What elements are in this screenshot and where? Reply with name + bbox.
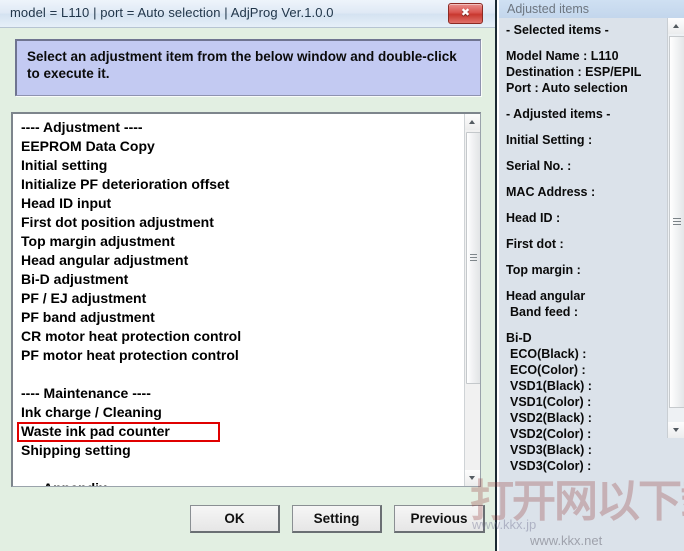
panel-scroll-up-arrow-icon[interactable] [668,18,684,34]
list-item-label: PF motor heat protection control [21,347,239,363]
panel-line: - Selected items - [506,23,609,37]
panel-line: Destination : ESP/EPIL [506,65,642,79]
panel-line: ECO(Black) : [510,347,587,361]
panel-line: VSD1(Color) : [510,395,592,409]
panel-line: VSD2(Black) : [510,411,592,425]
previous-button[interactable]: Previous [394,505,485,533]
panel-spacer [506,278,667,288]
list-item[interactable]: ---- Maintenance ---- [17,384,465,403]
list-item[interactable]: PF / EJ adjustment [17,289,465,308]
panel-spacer [506,320,667,330]
list-item[interactable]: ---- Appendix ---- [17,479,465,486]
list-item[interactable]: Shipping setting [17,441,465,460]
panel-spacer [506,174,667,184]
list-item[interactable]: EEPROM Data Copy [17,137,465,156]
panel-spacer [506,122,667,132]
panel-line: Head angular [506,289,586,303]
list-item-label: First dot position adjustment [21,214,214,230]
panel-line: Band feed : [510,305,579,319]
list-item-label: EEPROM Data Copy [21,138,155,154]
adjustment-list-box[interactable]: ---- Adjustment ---- EEPROM Data Copy Init… [11,112,481,487]
panel-spacer [506,38,667,48]
list-item-label: Initial setting [21,157,108,173]
adjusted-items-title: Adjusted items [499,0,684,18]
list-item[interactable]: Head ID input [17,194,465,213]
window-title: model = L110 | port = Auto selection | A… [10,5,334,20]
list-item-label: CR motor heat protection control [21,328,242,344]
list-scrollbar-thumb[interactable] [466,132,480,384]
adjusted-items-content: - Selected items - Model Name : L110 Desti… [499,18,667,551]
panel-line: VSD3(Color) : [510,459,592,473]
instruction-panel: Select an adjustment item from the below… [15,39,481,96]
panel-line: VSD2(Color) : [510,427,592,441]
panel-line: VSD1(Black) : [510,379,592,393]
title-bar: model = L110 | port = Auto selection | A… [0,0,495,28]
list-item-label: Waste ink pad counter [21,423,170,439]
list-item[interactable]: ---- Adjustment ---- [17,118,465,137]
panel-line: Head ID : [506,211,561,225]
panel-spacer [506,200,667,210]
panel-spacer [506,96,667,106]
panel-scrollbar-grip-icon [673,218,681,226]
list-item-label: PF / EJ adjustment [21,290,147,306]
ok-button[interactable]: OK [190,505,280,533]
panel-line: Port : Auto selection [506,81,628,95]
panel-line: MAC Address : [506,185,596,199]
setting-button[interactable]: Setting [292,505,382,533]
adjusted-items-panel: Adjusted items - Selected items - Model N… [499,0,684,551]
panel-line: Top margin : [506,263,581,277]
list-item-label: Initialize PF deterioration offset [21,176,230,192]
panel-line: Serial No. : [506,159,572,173]
scrollbar-grip-icon [470,254,477,262]
list-item[interactable]: Waste ink pad counter [17,422,465,442]
list-item[interactable]: CR motor heat protection control [17,327,465,346]
panel-line: - Adjusted items - [506,107,611,121]
list-item[interactable]: Head angular adjustment [17,251,465,270]
close-icon: ✖ [460,7,471,19]
list-item-label: Ink charge / Cleaning [21,404,162,420]
list-item-label: Bi-D adjustment [21,271,129,287]
list-item[interactable]: PF band adjustment [17,308,465,327]
list-item[interactable]: Ink charge / Cleaning [17,403,465,422]
button-row: OK Setting Previous [0,505,495,535]
list-item-label: Head angular adjustment [21,252,189,268]
list-item[interactable]: Initial setting [17,156,465,175]
panel-scrollbar-thumb[interactable] [669,36,684,408]
panel-line: Model Name : L110 [506,49,619,63]
close-button[interactable]: ✖ [448,3,483,24]
list-item-label: Head ID input [21,195,112,211]
scroll-up-arrow-icon[interactable] [465,114,480,130]
instruction-text: Select an adjustment item from the below… [27,49,457,81]
list-item-label: ---- Appendix ---- [21,480,129,486]
panel-line: First dot : [506,237,564,251]
panel-spacer [506,148,667,158]
panel-line: ECO(Color) : [510,363,586,377]
panel-line: VSD3(Black) : [510,443,592,457]
list-item[interactable]: First dot position adjustment [17,213,465,232]
list-item-label: Shipping setting [21,442,131,458]
list-item[interactable]: PF motor heat protection control [17,346,465,365]
panel-spacer [506,252,667,262]
scroll-down-arrow-icon[interactable] [465,470,480,486]
list-item-label: ---- Maintenance ---- [21,385,151,401]
adjusted-items-scrollbar[interactable] [667,18,684,438]
adjustment-list[interactable]: ---- Adjustment ---- EEPROM Data Copy Init… [13,114,465,486]
application-root: model = L110 | port = Auto selection | A… [0,0,684,551]
list-item[interactable]: Initialize PF deterioration offset [17,175,465,194]
list-item[interactable]: Top margin adjustment [17,232,465,251]
panel-scroll-down-arrow-icon[interactable] [668,422,684,438]
list-item-label: Top margin adjustment [21,233,175,249]
panel-line: Initial Setting : [506,133,593,147]
main-window: model = L110 | port = Auto selection | A… [0,0,497,551]
panel-line: Bi-D [506,331,532,345]
list-item-label: PF band adjustment [21,309,155,325]
list-item[interactable]: Bi-D adjustment [17,270,465,289]
list-item-label: ---- Adjustment ---- [21,119,143,135]
panel-spacer [506,226,667,236]
list-scrollbar[interactable] [464,114,480,486]
